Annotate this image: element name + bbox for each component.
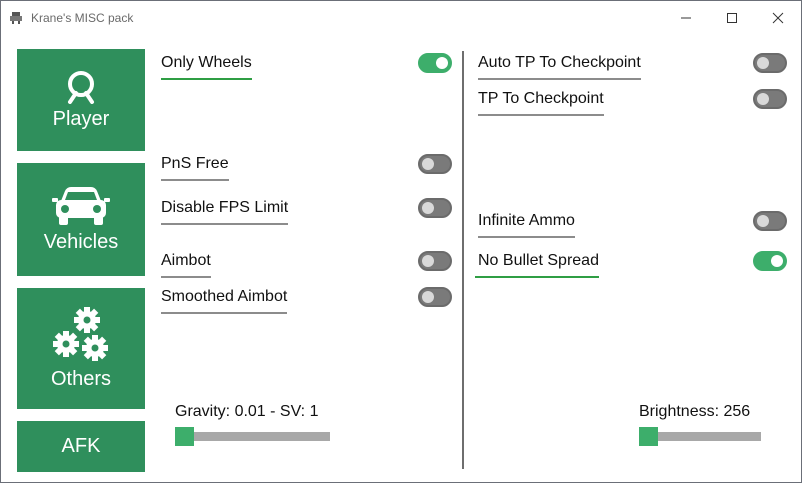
close-button[interactable]	[755, 1, 801, 35]
maximize-icon	[727, 13, 737, 23]
toggle-pns-free[interactable]	[418, 154, 452, 174]
toggle-tp-to-checkpoint[interactable]	[753, 89, 787, 109]
toggle-knob	[436, 57, 448, 69]
brightness-slider-track[interactable]	[642, 432, 761, 441]
others-tab-label: Others	[50, 368, 112, 390]
toggle-knob	[757, 215, 769, 227]
title-bar[interactable]: Krane's MISC pack	[1, 1, 801, 35]
app-icon	[10, 12, 22, 24]
option-label-only-wheels: Only Wheels	[161, 54, 252, 80]
gravity-slider-thumb[interactable]	[175, 427, 194, 446]
minimize-icon	[681, 17, 691, 19]
toggle-auto-tp-to-checkpoint[interactable]	[753, 53, 787, 73]
toggle-knob	[757, 93, 769, 105]
maximize-button[interactable]	[709, 1, 755, 35]
toggle-no-bullet-spread[interactable]	[753, 251, 787, 271]
user-icon	[68, 70, 94, 104]
gravity-slider-track[interactable]	[178, 432, 330, 441]
vehicles-tab-button[interactable]: Vehicles	[17, 163, 145, 276]
option-label-pns-free: PnS Free	[161, 155, 229, 181]
afk-tab-label: AFK	[61, 435, 101, 457]
player-tab-button[interactable]: Player	[17, 49, 145, 151]
option-label-tp-to-checkpoint: TP To Checkpoint	[478, 90, 604, 116]
toggle-aimbot[interactable]	[418, 251, 452, 271]
window-title: Krane's MISC pack	[31, 11, 134, 25]
toggle-knob	[771, 255, 783, 267]
column-divider	[462, 51, 464, 469]
toggle-knob	[422, 202, 434, 214]
gears-icon	[53, 307, 108, 361]
toggle-knob	[422, 158, 434, 170]
car-icon	[52, 187, 110, 225]
afk-tab-button[interactable]: AFK	[17, 421, 145, 472]
app-window: Krane's MISC pack Player Vehicles Others…	[0, 0, 802, 483]
gravity-slider-label: Gravity: 0.01 - SV: 1	[175, 403, 319, 420]
toggle-infinite-ammo[interactable]	[753, 211, 787, 231]
others-tab-button[interactable]: Others	[17, 288, 145, 409]
toggle-disable-fps-limit[interactable]	[418, 198, 452, 218]
toggle-knob	[422, 255, 434, 267]
brightness-slider-thumb[interactable]	[639, 427, 658, 446]
close-icon	[772, 12, 784, 24]
option-label-disable-fps-limit: Disable FPS Limit	[161, 199, 289, 225]
option-label-aimbot: Aimbot	[161, 252, 211, 278]
toggle-knob	[757, 57, 769, 69]
option-label-smoothed-aimbot: Smoothed Aimbot	[161, 288, 288, 314]
toggle-knob	[422, 291, 434, 303]
player-tab-label: Player	[52, 107, 110, 130]
toggle-only-wheels[interactable]	[418, 53, 452, 73]
brightness-slider-label: Brightness: 256	[639, 403, 751, 420]
minimize-button[interactable]	[663, 1, 709, 35]
toggle-smoothed-aimbot[interactable]	[418, 287, 452, 307]
vehicles-tab-label: Vehicles	[43, 231, 119, 253]
option-label-no-bullet-spread: No Bullet Spread	[475, 252, 599, 278]
option-label-auto-tp-to-checkpoint: Auto TP To Checkpoint	[478, 54, 641, 80]
option-label-infinite-ammo: Infinite Ammo	[478, 212, 575, 238]
